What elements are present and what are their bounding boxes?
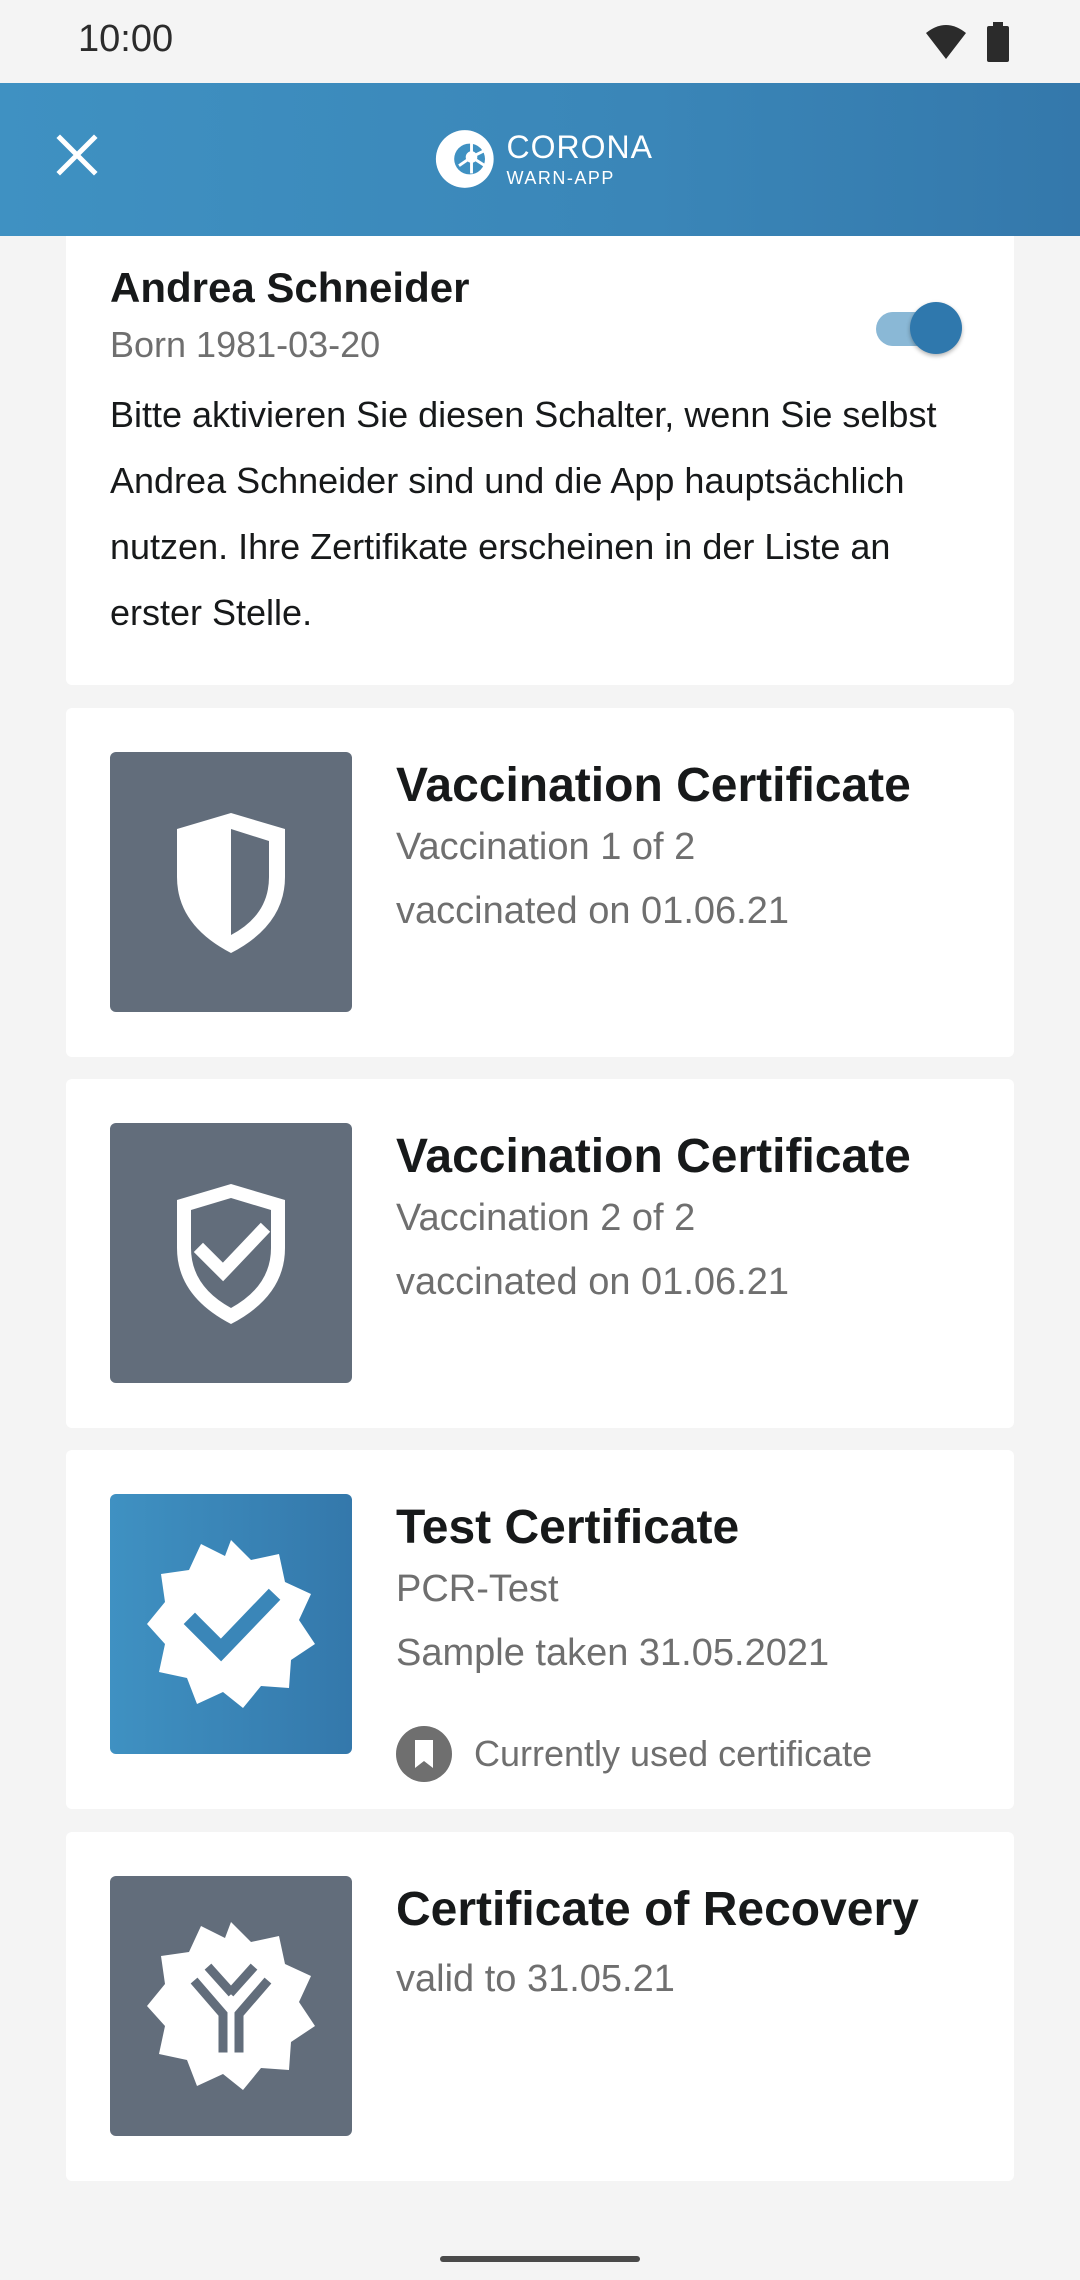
- certificate-card[interactable]: Certificate of Recovery valid to 31.05.2…: [66, 1832, 1014, 2181]
- status-time: 10:00: [78, 18, 174, 60]
- badge-check-icon: [147, 1540, 315, 1708]
- certificate-icon-box: [110, 752, 352, 1012]
- person-name: Andrea Schneider: [110, 264, 470, 311]
- antibody-badge-icon: [147, 1922, 315, 2090]
- certificate-date: vaccinated on 01.06.21: [396, 890, 789, 932]
- toggle-thumb: [910, 302, 962, 354]
- bookmark-icon: [396, 1726, 452, 1782]
- shield-check-icon: [177, 1184, 285, 1324]
- wifi-icon: [926, 25, 966, 59]
- person-birthdate: Born 1981-03-20: [110, 324, 381, 365]
- badge-label: Currently used certificate: [474, 1733, 873, 1774]
- certificate-date: Sample taken 31.05.2021: [396, 1632, 830, 1674]
- current-certificate-badge: Currently used certificate: [396, 1726, 872, 1782]
- app-bar: CORONA WARN-APP: [0, 83, 1080, 236]
- battery-icon: [987, 22, 1009, 62]
- certificate-icon-box: [110, 1123, 352, 1383]
- certificate-title: Certificate of Recovery: [396, 1883, 919, 1936]
- close-button[interactable]: [40, 118, 114, 192]
- virus-logo-icon: [435, 130, 494, 188]
- certificate-date: vaccinated on 01.06.21: [396, 1261, 789, 1303]
- certificate-card[interactable]: Test Certificate PCR-Test Sample taken 3…: [66, 1450, 1014, 1809]
- certificate-detail: Vaccination 2 of 2: [396, 1197, 696, 1239]
- certificate-detail: PCR-Test: [396, 1568, 559, 1610]
- certificate-detail: valid to 31.05.21: [396, 1958, 675, 2000]
- person-card: Andrea Schneider Born 1981-03-20 Bitte a…: [66, 236, 1014, 685]
- certificate-detail: Vaccination 1 of 2: [396, 826, 696, 868]
- app-logo: CORONA WARN-APP: [433, 121, 653, 197]
- close-icon: [56, 134, 98, 176]
- certificate-icon-box: [110, 1876, 352, 2136]
- half-shield-icon: [177, 813, 285, 953]
- certificate-title: Test Certificate: [396, 1501, 740, 1554]
- home-indicator[interactable]: [440, 2256, 640, 2262]
- status-bar: 10:00: [0, 0, 1080, 83]
- person-description: Bitte aktivieren Sie diesen Schalter, we…: [110, 394, 937, 633]
- status-icons: [924, 22, 1010, 62]
- logo-subtitle: WARN-APP: [506, 168, 615, 188]
- certificate-title: Vaccination Certificate: [396, 759, 911, 812]
- certificate-card[interactable]: Vaccination Certificate Vaccination 2 of…: [66, 1079, 1014, 1428]
- certificate-title: Vaccination Certificate: [396, 1130, 911, 1183]
- logo-title: CORONA: [506, 129, 653, 165]
- certificate-card[interactable]: Vaccination Certificate Vaccination 1 of…: [66, 708, 1014, 1057]
- main-person-toggle[interactable]: [870, 296, 962, 354]
- certificate-icon-box: [110, 1494, 352, 1754]
